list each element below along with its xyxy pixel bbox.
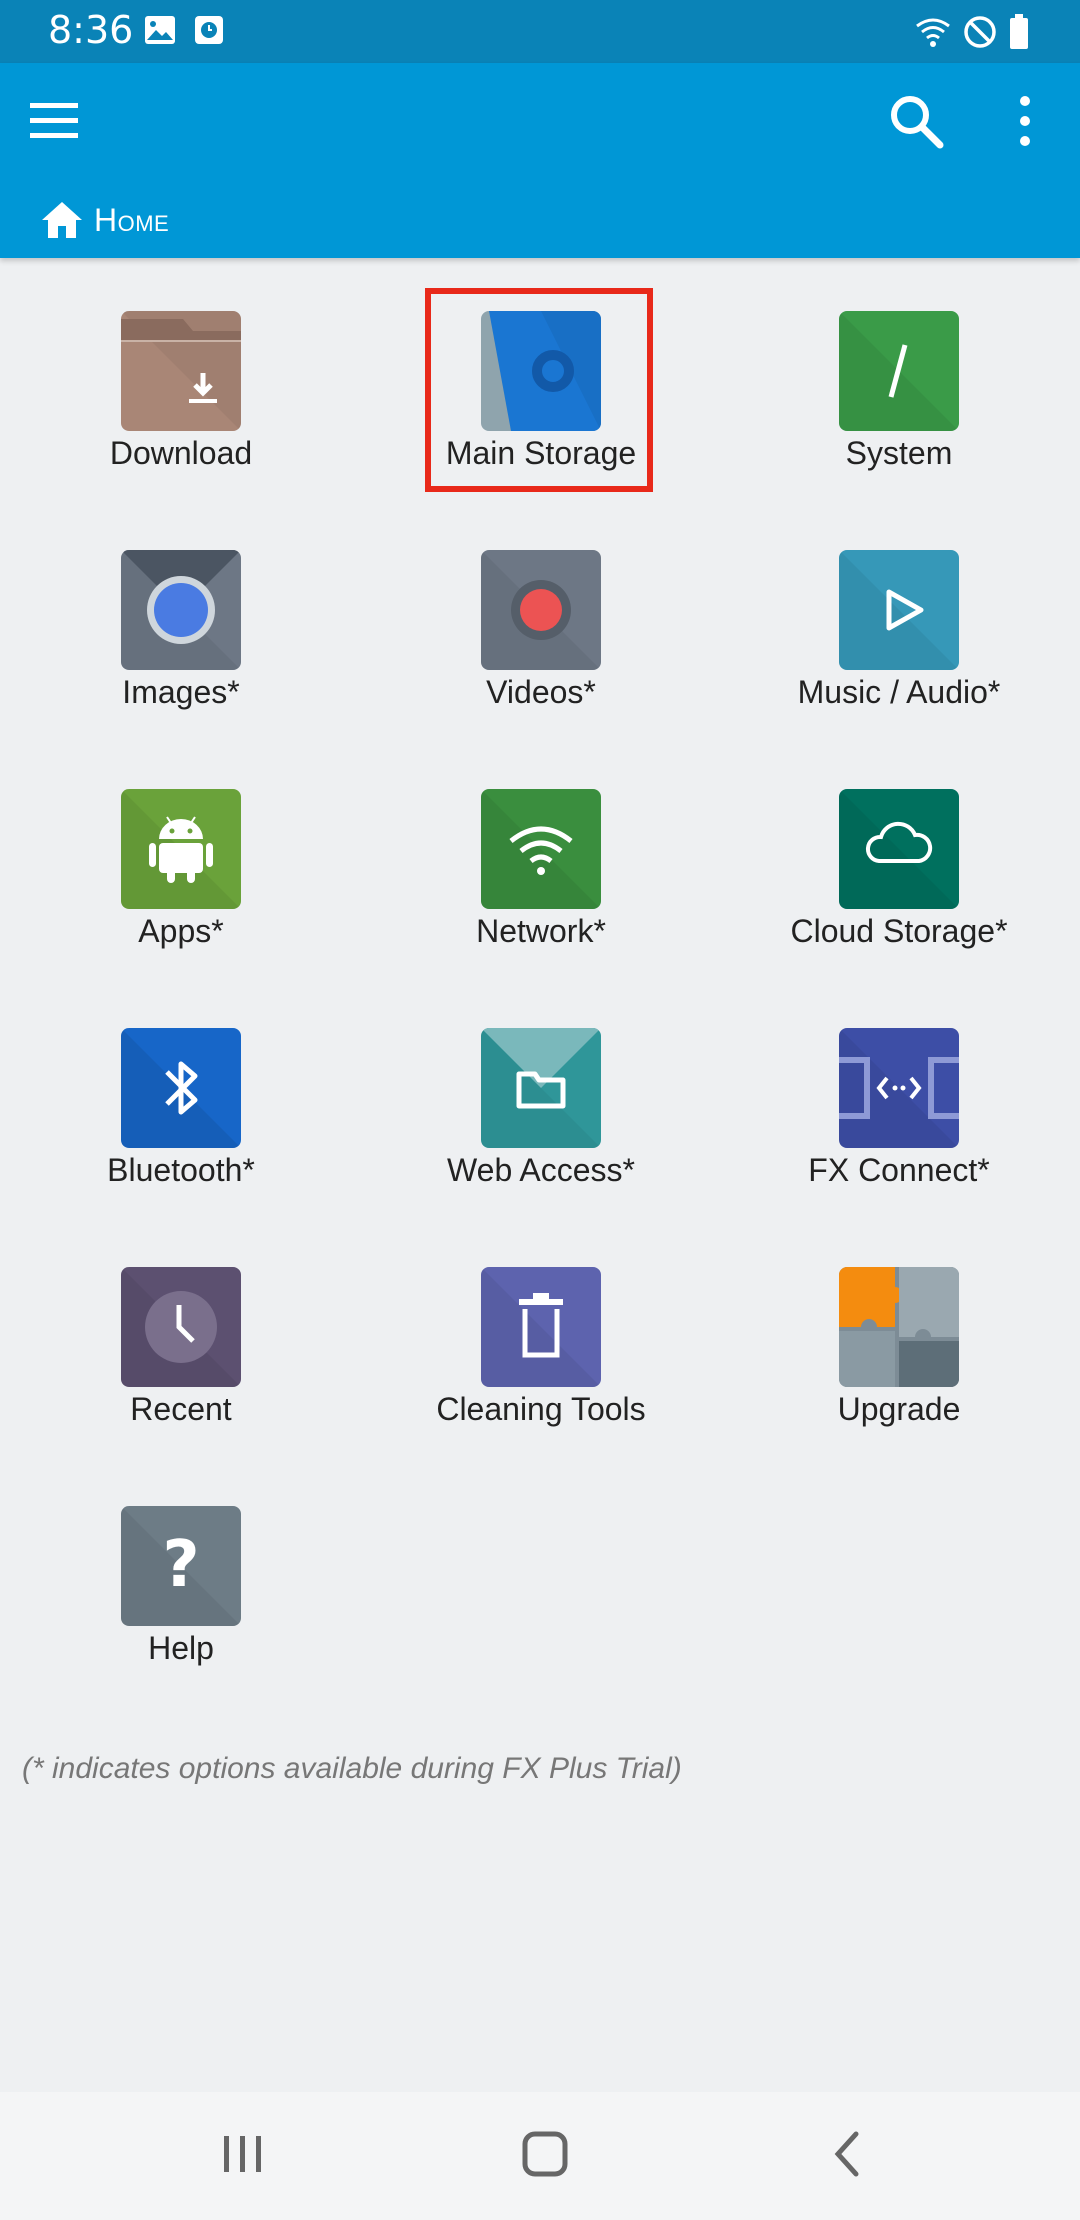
menu-icon[interactable] <box>26 93 82 149</box>
battery-icon <box>1010 14 1028 49</box>
tile-network[interactable]: Network* <box>391 789 691 969</box>
clock-icon <box>121 1267 241 1387</box>
more-vert-icon[interactable] <box>1000 89 1050 153</box>
tile-recent[interactable]: Recent <box>31 1267 331 1447</box>
wifi-icon <box>916 18 950 47</box>
tile-label: Network* <box>476 913 606 949</box>
tile-label: Videos* <box>486 674 596 710</box>
help-icon: ? <box>121 1506 241 1626</box>
tile-label: Recent <box>130 1391 232 1427</box>
breadcrumb-label: Home <box>94 201 170 238</box>
footnote: (* indicates options available during FX… <box>22 1752 682 1785</box>
status-bar: 8:36 <box>0 0 1080 63</box>
tile-system[interactable]: System <box>749 311 1049 491</box>
selection-highlight <box>425 288 653 492</box>
music-play-icon <box>839 550 959 670</box>
tile-upgrade[interactable]: Upgrade <box>749 1267 1049 1447</box>
recents-icon[interactable] <box>198 2114 288 2194</box>
tile-label: Download <box>109 435 253 471</box>
tile-music-audio[interactable]: Music / Audio* <box>749 550 1049 730</box>
back-icon[interactable] <box>802 2114 892 2194</box>
tile-videos[interactable]: Videos* <box>391 550 691 730</box>
system-icon <box>839 311 959 431</box>
tile-cloud-storage[interactable]: Cloud Storage* <box>749 789 1049 969</box>
tile-label: Cloud Storage* <box>790 913 1008 949</box>
videos-icon <box>481 550 601 670</box>
folder-icon <box>481 1028 601 1148</box>
status-time: 8:36 <box>48 8 134 52</box>
tile-label: Help <box>148 1630 214 1666</box>
tile-web-access[interactable]: Web Access* <box>391 1028 691 1208</box>
app-bar: Home <box>0 63 1080 258</box>
home-button-icon[interactable] <box>500 2114 590 2194</box>
clock-app-icon <box>195 16 223 44</box>
bluetooth-icon <box>121 1028 241 1148</box>
tile-apps[interactable]: Apps* <box>31 789 331 969</box>
tile-cleaning-tools[interactable]: Cleaning Tools <box>391 1267 691 1447</box>
cloud-icon <box>839 789 959 909</box>
do-not-disturb-icon <box>964 16 996 48</box>
breadcrumb-home[interactable]: Home <box>40 193 169 247</box>
tile-label: Cleaning Tools <box>436 1391 646 1427</box>
wifi-network-icon <box>481 789 601 909</box>
android-icon <box>121 789 241 909</box>
nav-bar <box>0 2092 1080 2220</box>
tile-label: Upgrade <box>837 1391 961 1427</box>
image-icon <box>145 16 175 44</box>
tile-label: System <box>845 435 953 471</box>
fx-connect-icon <box>839 1028 959 1148</box>
tile-label: Bluetooth* <box>107 1152 255 1188</box>
tile-bluetooth[interactable]: Bluetooth* <box>31 1028 331 1208</box>
svg-text:?: ? <box>162 1528 199 1602</box>
tile-help[interactable]: ? Help <box>31 1506 331 1686</box>
tile-download[interactable]: Download <box>31 311 331 491</box>
download-folder-icon <box>121 311 241 431</box>
trash-icon <box>481 1267 601 1387</box>
puzzle-icon <box>839 1267 959 1387</box>
home-icon <box>42 202 82 238</box>
tile-label: Web Access* <box>447 1152 635 1188</box>
tile-label: Images* <box>122 674 240 710</box>
tile-label: Apps* <box>138 913 224 949</box>
tile-images[interactable]: Images* <box>31 550 331 730</box>
images-icon <box>121 550 241 670</box>
tile-fx-connect[interactable]: FX Connect* <box>749 1028 1049 1208</box>
tile-label: FX Connect* <box>808 1152 990 1188</box>
search-icon[interactable] <box>884 89 948 153</box>
tile-label: Music / Audio* <box>797 674 1001 710</box>
